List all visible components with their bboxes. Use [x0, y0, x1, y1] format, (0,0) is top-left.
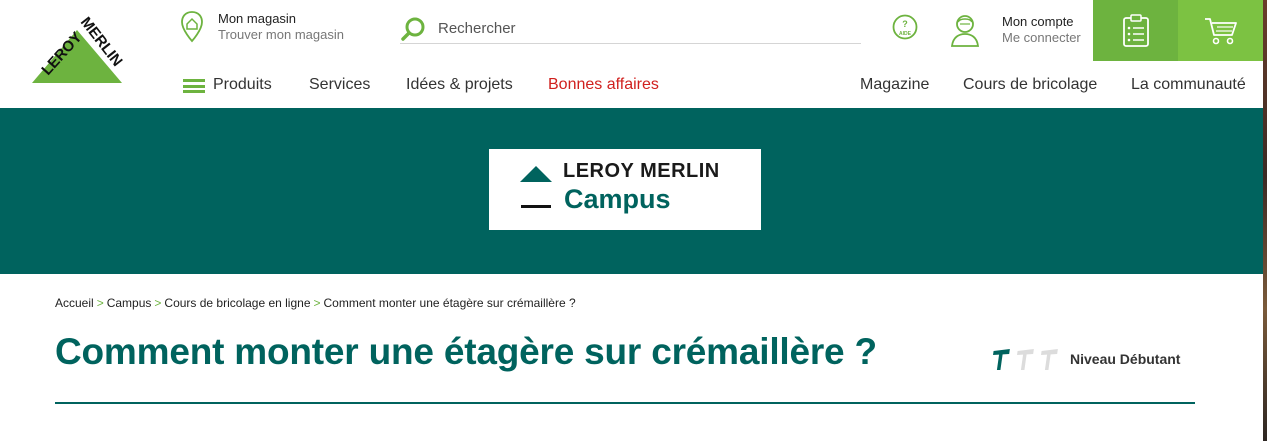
campus-logo[interactable]: LEROY MERLIN Campus	[489, 149, 761, 230]
clipboard-list-icon	[1122, 13, 1149, 47]
account-menu[interactable]: Mon compte Me connecter	[950, 12, 1081, 48]
breadcrumb: Accueil > Campus > Cours de bricolage en lig…	[55, 296, 576, 310]
hammer-icon-2	[1017, 349, 1034, 370]
campus-triangle-icon	[520, 166, 552, 182]
store-title: Mon magasin	[218, 11, 297, 26]
page-title: Comment monter une étagère sur crémaillè…	[55, 331, 877, 372]
svg-text:?: ?	[902, 19, 908, 29]
user-icon	[950, 15, 980, 47]
cart-icon	[1204, 17, 1237, 44]
window-edge	[1263, 0, 1267, 441]
help-icon[interactable]: ? AIDE	[892, 13, 918, 41]
nav-item-la-communaute[interactable]: La communauté	[1131, 76, 1246, 94]
nav-item-idees-projets[interactable]: Idées & projets	[406, 76, 513, 94]
breadcrumb-separator: >	[154, 296, 162, 310]
nav-item-produits[interactable]: Produits	[213, 76, 272, 94]
campus-brand: LEROY MERLIN	[563, 160, 720, 182]
store-locator[interactable]: Mon magasin Trouver mon magasin	[180, 10, 344, 44]
store-pin-icon	[181, 11, 203, 43]
nav-item-cours-de-bricolage[interactable]: Cours de bricolage	[963, 76, 1097, 94]
nav-item-services[interactable]: Services	[309, 76, 370, 94]
top-bar: LEROY MERLIN Mon magasin Trouver mon mag…	[0, 0, 1267, 98]
hammer-icon-1	[993, 349, 1010, 370]
account-title: Mon compte	[1002, 14, 1074, 29]
hammer-icon-3	[1041, 349, 1058, 370]
shopping-list-button[interactable]	[1093, 0, 1178, 61]
menu-icon[interactable]	[183, 79, 205, 93]
search-bar	[400, 14, 861, 44]
difficulty-level: Niveau Débutant	[990, 344, 1180, 374]
store-subtitle: Trouver mon magasin	[218, 27, 344, 42]
cart-button[interactable]	[1178, 0, 1263, 61]
campus-sub: Campus	[564, 184, 671, 214]
nav-item-bonnes-affaires[interactable]: Bonnes affaires	[548, 76, 659, 94]
title-divider	[55, 402, 1195, 404]
breadcrumb-separator: >	[96, 296, 104, 310]
main-nav: Produits Services Idées & projets Bonnes…	[0, 62, 1263, 108]
search-icon[interactable]	[400, 16, 426, 42]
breadcrumb-cours[interactable]: Cours de bricolage en ligne	[164, 296, 310, 310]
search-input[interactable]	[438, 20, 838, 37]
hammer-rating-icon	[993, 349, 1058, 370]
breadcrumb-campus[interactable]: Campus	[107, 296, 152, 310]
breadcrumb-separator: >	[313, 296, 321, 310]
breadcrumb-accueil[interactable]: Accueil	[55, 296, 94, 310]
campus-bar	[521, 205, 551, 208]
help-label: AIDE	[899, 31, 912, 37]
campus-banner: LEROY MERLIN Campus	[0, 108, 1263, 274]
page: LEROY MERLIN Mon magasin Trouver mon mag…	[0, 0, 1267, 441]
level-label: Niveau Débutant	[1070, 351, 1181, 367]
breadcrumb-current: Comment monter une étagère sur crémaillè…	[323, 296, 576, 310]
nav-item-magazine[interactable]: Magazine	[860, 76, 929, 94]
account-subtitle: Me connecter	[1002, 30, 1081, 45]
